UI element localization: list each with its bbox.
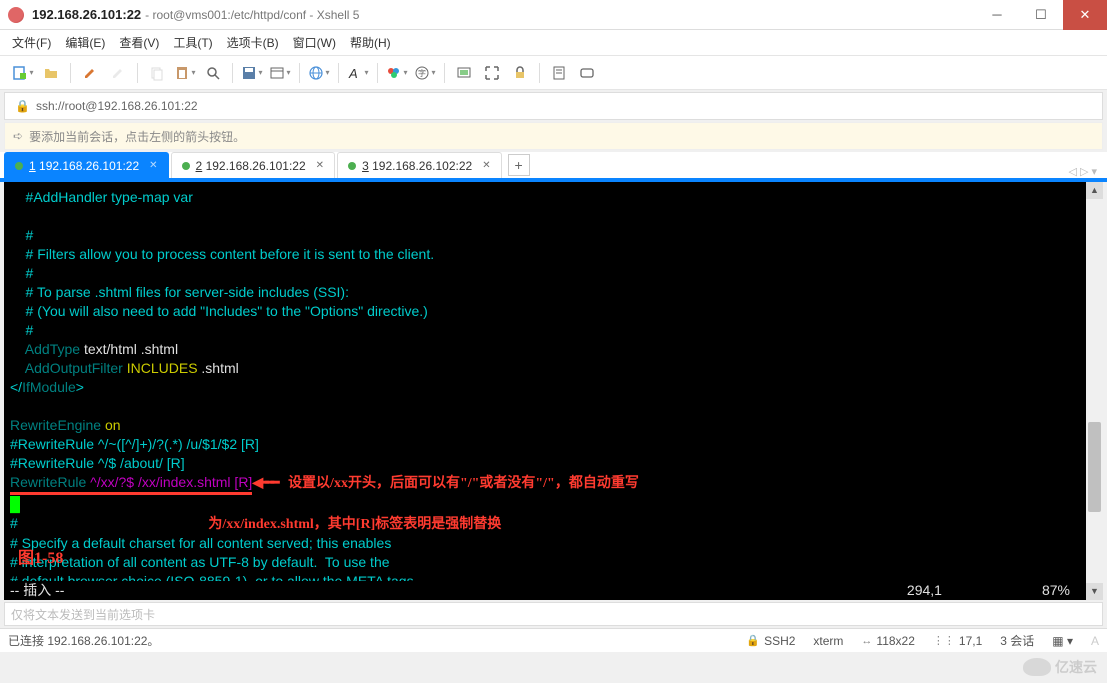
tab-close-icon[interactable]: ✕ (316, 160, 324, 171)
close-button[interactable]: ✕ (1063, 0, 1107, 30)
tab-label: 192.168.26.101:22 (39, 159, 139, 173)
title-bar: 192.168.26.101:22 - root@vms001:/etc/htt… (0, 0, 1107, 30)
menu-window[interactable]: 窗口(W) (293, 34, 336, 51)
terminal-text: #AddHandler type-map var # # Filters all… (4, 182, 1103, 591)
fullscreen-icon[interactable] (479, 60, 505, 86)
scroll-up-icon[interactable]: ▲ (1086, 182, 1103, 199)
tab-close-icon[interactable]: ✕ (149, 160, 157, 171)
tab-number: 3 (362, 159, 369, 173)
tab-label: 192.168.26.101:22 (206, 159, 306, 173)
cloud-icon (1023, 658, 1051, 676)
tab-3[interactable]: 3 192.168.26.102:22 ✕ (337, 152, 502, 178)
minimize-button[interactable]: ─ (975, 0, 1019, 30)
toolbar: A 字 (0, 56, 1107, 90)
terminal-scrollbar[interactable]: ▲ ▼ (1086, 182, 1103, 600)
term-size: ↔118x22 (861, 634, 914, 648)
annotation-arrow-icon: ◀━━━ (252, 474, 276, 490)
compose-input[interactable]: 仅将文本发送到当前选项卡 (4, 602, 1103, 626)
vim-percent: 87% (1042, 581, 1070, 600)
svg-text:A: A (348, 66, 358, 81)
menu-edit[interactable]: 编辑(E) (65, 34, 105, 51)
grid-icon[interactable]: ▦ ▾ (1052, 634, 1073, 648)
lock-small-icon: 🔒 (746, 634, 760, 647)
figure-label: 图1-58 (18, 549, 63, 568)
tab-number: 2 (196, 159, 203, 173)
annotation-line-2: 为/xx/index.shtml，其中[R]标签表明是强制替换 (208, 517, 501, 532)
cap-lock-indicator: A (1091, 634, 1099, 648)
menu-file[interactable]: 文件(F) (12, 34, 51, 51)
menu-bar: 文件(F) 编辑(E) 查看(V) 工具(T) 选项卡(B) 窗口(W) 帮助(… (0, 30, 1107, 56)
window-subtitle: - root@vms001:/etc/httpd/conf - Xshell 5 (145, 8, 359, 22)
encoding-icon[interactable]: 字 (412, 60, 438, 86)
find-icon[interactable] (200, 60, 226, 86)
status-dot-icon (182, 162, 190, 170)
app-icon (8, 7, 24, 23)
lock-small-icon: 🔒 (15, 99, 30, 113)
hint-text: 要添加当前会话，点击左侧的箭头按钮。 (29, 128, 245, 145)
tab-number: 1 (29, 159, 36, 173)
session-count: 3 会话 (1000, 632, 1034, 649)
add-tab-button[interactable]: + (508, 154, 530, 176)
copy-icon[interactable] (144, 60, 170, 86)
vim-mode: -- 插入 -- (10, 581, 64, 600)
menu-tabs[interactable]: 选项卡(B) (227, 34, 279, 51)
svg-text:字: 字 (418, 68, 426, 78)
window-buttons: ─ ☐ ✕ (975, 0, 1107, 30)
tab-strip: 1 192.168.26.101:22 ✕ 2 192.168.26.101:2… (0, 152, 1107, 182)
scroll-down-icon[interactable]: ▼ (1086, 583, 1103, 600)
edit-icon[interactable] (77, 60, 103, 86)
watermark: 亿速云 (1023, 657, 1097, 677)
hint-arrow-icon[interactable]: ➪ (13, 129, 23, 143)
cursor-pos: ⋮⋮17,1 (933, 634, 982, 648)
menu-view[interactable]: 查看(V) (119, 34, 159, 51)
hint-bar: ➪ 要添加当前会话，点击左侧的箭头按钮。 (4, 122, 1103, 150)
paste-icon[interactable] (172, 60, 198, 86)
status-dot-icon (348, 162, 356, 170)
watermark-text: 亿速云 (1055, 657, 1097, 677)
tab-nav-arrows[interactable]: ◁ ▷ ▾ (1068, 165, 1103, 178)
color-icon[interactable] (384, 60, 410, 86)
maximize-button[interactable]: ☐ (1019, 0, 1063, 30)
terminal[interactable]: #AddHandler type-map var # # Filters all… (4, 182, 1103, 600)
resize-icon: ↔ (861, 635, 872, 647)
tab-close-icon[interactable]: ✕ (482, 160, 490, 171)
status-dot-icon (15, 162, 23, 170)
vim-status-line: -- 插入 -- 294,1 87% (4, 581, 1086, 600)
status-bar: 已连接 192.168.26.101:22。 🔒SSH2 xterm ↔118x… (0, 628, 1107, 652)
ssh-status: 🔒SSH2 (746, 634, 795, 648)
scroll-thumb[interactable] (1088, 422, 1101, 512)
cursor-icon: ⋮⋮ (933, 634, 955, 647)
font-icon[interactable]: A (345, 60, 371, 86)
properties-icon[interactable] (267, 60, 293, 86)
vim-position: 294,1 (907, 581, 942, 600)
menu-help[interactable]: 帮助(H) (350, 34, 391, 51)
tab-2[interactable]: 2 192.168.26.101:22 ✕ (171, 152, 336, 178)
history-icon[interactable] (546, 60, 572, 86)
compose-placeholder: 仅将文本发送到当前选项卡 (11, 606, 155, 623)
annotation-line-1: 设置以/xx开头，后面可以有"/"或者没有"/"，都自动重写 (288, 476, 639, 491)
new-session-icon[interactable] (10, 60, 36, 86)
term-type: xterm (813, 634, 843, 648)
window-title: 192.168.26.101:22 (32, 7, 141, 22)
save-icon[interactable] (239, 60, 265, 86)
compose-icon[interactable] (574, 60, 600, 86)
eraser-icon[interactable] (105, 60, 131, 86)
tab-label: 192.168.26.102:22 (372, 159, 472, 173)
address-bar[interactable]: 🔒 ssh://root@192.168.26.101:22 (4, 92, 1103, 120)
connection-status: 已连接 192.168.26.101:22。 (8, 632, 159, 649)
open-icon[interactable] (38, 60, 64, 86)
screen-icon[interactable] (451, 60, 477, 86)
globe-icon[interactable] (306, 60, 332, 86)
menu-tools[interactable]: 工具(T) (173, 34, 212, 51)
lock-icon[interactable] (507, 60, 533, 86)
address-url: ssh://root@192.168.26.101:22 (36, 99, 198, 113)
tab-1[interactable]: 1 192.168.26.101:22 ✕ (4, 152, 169, 178)
